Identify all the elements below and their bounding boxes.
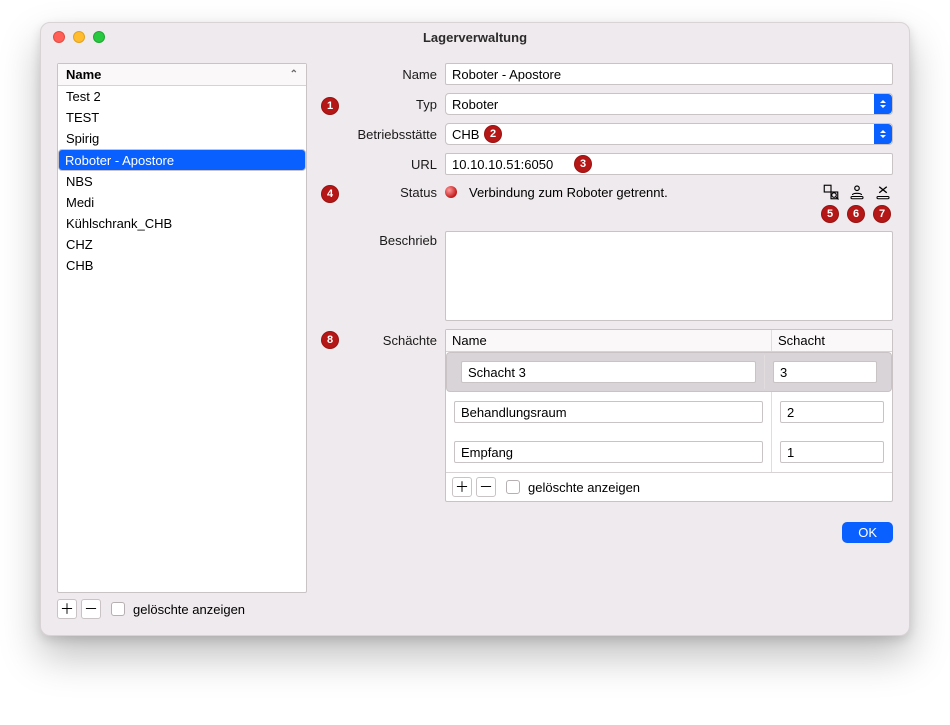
- site-value: CHB: [452, 127, 479, 142]
- slot-number-field[interactable]: 2: [780, 401, 884, 423]
- titlebar: Lagerverwaltung: [41, 23, 909, 51]
- url-field[interactable]: 10.10.10.51:6050 3: [445, 153, 893, 175]
- slots-col-name: Name: [446, 330, 772, 351]
- name-field[interactable]: Roboter - Apostore: [445, 63, 893, 85]
- label-site: Betriebsstätte: [327, 127, 437, 142]
- type-select[interactable]: Roboter: [445, 93, 893, 115]
- slot-name-field[interactable]: Behandlungsraum: [454, 401, 763, 423]
- label-type: Typ 1: [327, 97, 437, 112]
- label-desc: Beschrieb: [327, 231, 437, 248]
- stock-list-item[interactable]: Test 2: [58, 86, 306, 107]
- status-indicator-icon: [445, 186, 457, 198]
- name-value: Roboter - Apostore: [452, 67, 561, 82]
- sort-chevron-icon: ⌃: [290, 69, 298, 80]
- clear-stock-icon: [874, 183, 892, 201]
- slot-row[interactable]: Empfang 1: [446, 432, 892, 472]
- add-stock-button[interactable]: ＋: [57, 599, 77, 619]
- url-value: 10.10.10.51:6050: [452, 157, 553, 172]
- stock-list-item[interactable]: Medi: [58, 192, 306, 213]
- callout-3: 3: [574, 155, 592, 173]
- stock-list-item[interactable]: Spirig: [58, 128, 306, 149]
- label-slots: Schächte 8: [327, 329, 437, 348]
- callout-6: 6: [847, 205, 865, 223]
- label-url: URL: [327, 157, 437, 172]
- select-caret-icon: [874, 124, 892, 144]
- slots-show-deleted-label: gelöschte anzeigen: [528, 480, 640, 495]
- stock-list-item[interactable]: CHZ: [58, 234, 306, 255]
- slot-name-field[interactable]: Schacht 3: [461, 361, 756, 383]
- show-deleted-label: gelöschte anzeigen: [133, 602, 245, 617]
- slot-number-field[interactable]: 1: [780, 441, 884, 463]
- slots-table: Name Schacht Schacht 33Behandlungsraum2E…: [445, 329, 893, 502]
- stock-list: Name ⌃ Test 2TESTSpirigRoboter - Apostor…: [57, 63, 307, 593]
- status-text: Verbindung zum Roboter getrennt.: [469, 185, 668, 200]
- slot-number-field[interactable]: 3: [773, 361, 877, 383]
- upload-stock-icon: [848, 183, 866, 201]
- stock-list-header[interactable]: Name ⌃: [58, 64, 306, 86]
- window-title: Lagerverwaltung: [41, 30, 909, 45]
- description-textarea[interactable]: [445, 231, 893, 321]
- slots-show-deleted-checkbox[interactable]: [506, 480, 520, 494]
- stock-list-item[interactable]: Roboter - Apostore: [58, 149, 306, 171]
- clear-stock-button[interactable]: [873, 183, 893, 201]
- slots-header[interactable]: Name Schacht: [446, 330, 892, 352]
- stock-list-header-label: Name: [66, 67, 101, 82]
- add-slot-button[interactable]: ＋: [452, 477, 472, 497]
- slot-row[interactable]: Schacht 3 3: [446, 352, 892, 392]
- callout-5: 5: [821, 205, 839, 223]
- stock-query-button[interactable]: [821, 183, 841, 201]
- slot-name-field[interactable]: Empfang: [454, 441, 763, 463]
- slots-col-slot: Schacht: [772, 330, 892, 351]
- stock-list-item[interactable]: CHB: [58, 255, 306, 276]
- stock-list-item[interactable]: Kühlschrank_CHB: [58, 213, 306, 234]
- remove-slot-button[interactable]: －: [476, 477, 496, 497]
- callout-4: 4: [321, 185, 339, 203]
- slot-row[interactable]: Behandlungsraum 2: [446, 392, 892, 432]
- select-caret-icon: [874, 94, 892, 114]
- stock-list-item[interactable]: TEST: [58, 107, 306, 128]
- stock-query-icon: [822, 183, 840, 201]
- label-name: Name: [327, 67, 437, 82]
- callout-1: 1: [321, 97, 339, 115]
- stock-list-item[interactable]: NBS: [58, 171, 306, 192]
- site-select[interactable]: CHB 2: [445, 123, 893, 145]
- show-deleted-checkbox[interactable]: [111, 602, 125, 616]
- type-value: Roboter: [452, 97, 498, 112]
- label-status: Status 4: [327, 185, 437, 200]
- upload-stock-button[interactable]: [847, 183, 867, 201]
- callout-2: 2: [484, 125, 502, 143]
- remove-stock-button[interactable]: －: [81, 599, 101, 619]
- ok-button[interactable]: OK: [842, 522, 893, 543]
- callout-7: 7: [873, 205, 891, 223]
- dialog-window: Lagerverwaltung Name ⌃ Test 2TESTSpirigR…: [40, 22, 910, 636]
- callout-8: 8: [321, 331, 339, 349]
